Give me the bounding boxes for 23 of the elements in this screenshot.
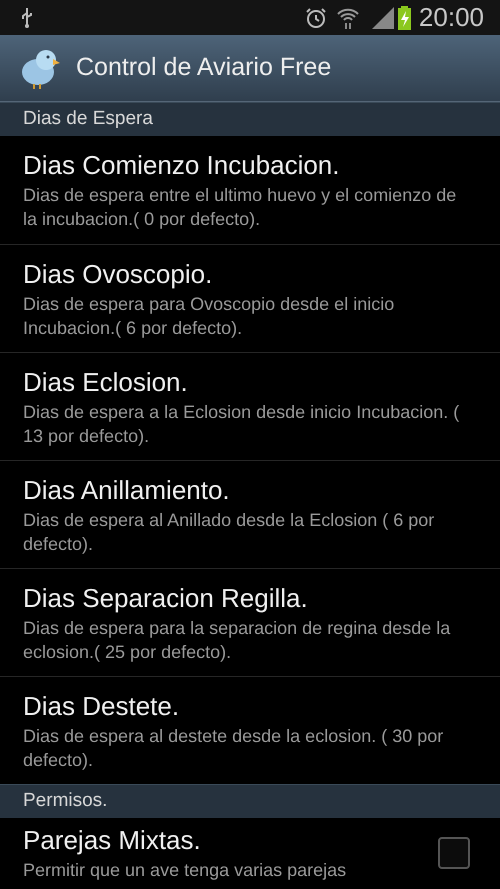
preference-title[interactable]: Parejas Mixtas.: [23, 824, 426, 856]
checkbox[interactable]: [438, 837, 470, 869]
preference-summary: Dias de espera a la Eclosion desde inicio Incubacion. ( 13 por defecto).: [23, 400, 460, 448]
usb-icon: [20, 6, 34, 28]
preference-summary: Dias de espera al destete desde la eclosion. ( 30 por defecto).: [23, 724, 444, 772]
alarm-clock-icon: [304, 6, 328, 30]
battery-charging-icon: [398, 6, 411, 30]
preference-summary: Dias de espera para Ovoscopio desde el inicio Incubacion.( 6 por defecto).: [23, 292, 396, 340]
preference-title[interactable]: Dias Separacion Regilla.: [23, 582, 470, 614]
preference-title[interactable]: Dias Comienzo Incubacion.: [23, 149, 470, 181]
section-header: Dias de Espera: [0, 102, 500, 136]
preference-summary: Dias de espera al Anillado desde la Eclosion ( 6 por defecto).: [23, 508, 436, 556]
signal-icon: [372, 6, 394, 28]
preference-summary: Dias de espera entre el ultimo huevo y el comienzo de la incubacion.( 0 por defecto).: [23, 184, 458, 231]
preference-summary: Permitir que un ave tenga varias parejas: [23, 859, 348, 882]
preference-title[interactable]: Dias Ovoscopio.: [23, 258, 470, 290]
preference-title[interactable]: Dias Destete.: [23, 690, 470, 722]
app-title: Control de Aviario Free: [76, 52, 332, 84]
clock-time: 20:00: [418, 1, 484, 34]
preference-summary: Dias de espera para la separacion de regina desde la eclosion.( 25 por defecto).: [23, 616, 452, 664]
section-header: Permisos.: [0, 784, 500, 818]
preference-title[interactable]: Dias Eclosion.: [23, 366, 470, 398]
preference-title[interactable]: Dias Anillamiento.: [23, 474, 470, 506]
